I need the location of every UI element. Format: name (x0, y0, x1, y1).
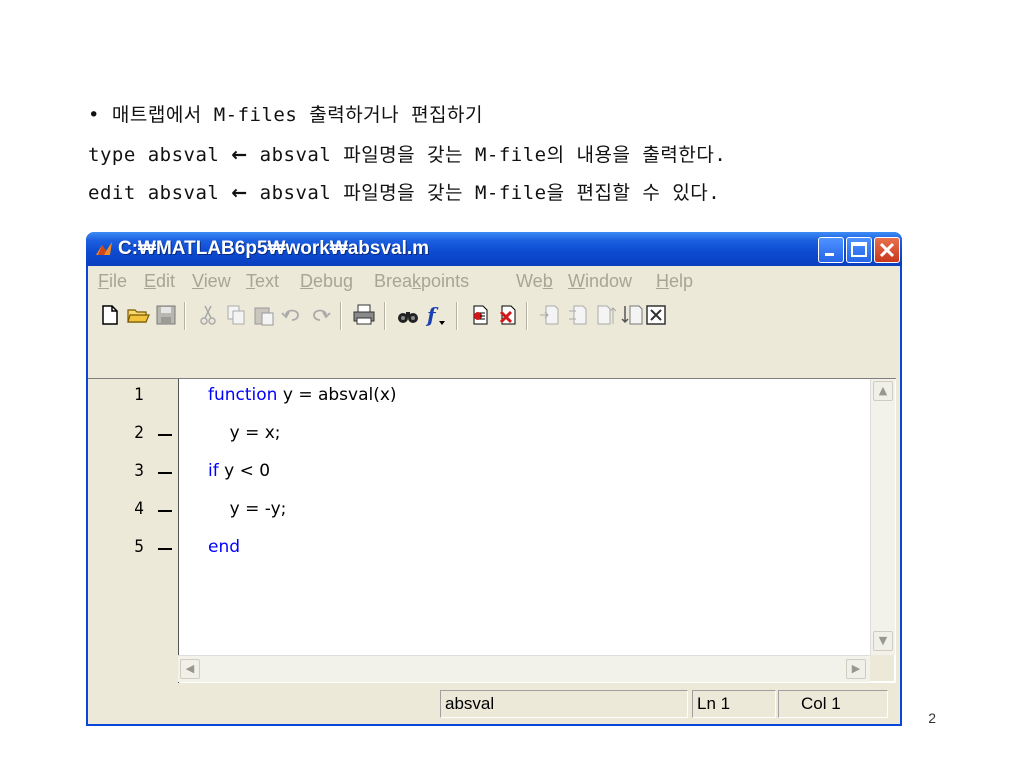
executable-line-marker[interactable] (158, 434, 172, 436)
step-icon[interactable] (538, 303, 562, 327)
code-line[interactable]: y = -y; (208, 499, 287, 519)
copy-icon[interactable] (224, 303, 248, 327)
menu-item[interactable]: View (192, 271, 231, 292)
redo-icon[interactable] (308, 303, 332, 327)
menu-item[interactable]: Help (656, 271, 693, 292)
scroll-down-icon[interactable]: ▼ (873, 631, 893, 651)
code-editor[interactable]: 1 2 3 4 5 function y = absval(x) y = x; if y … (88, 378, 896, 683)
menu-item[interactable]: File (98, 271, 127, 292)
code-keyword: if (208, 461, 219, 481)
maximize-icon (851, 242, 867, 257)
title-bar[interactable]: C:₩MATLAB6p5₩work₩absval.m (86, 232, 902, 266)
step-out-icon[interactable] (594, 303, 618, 327)
svg-text:f: f (425, 303, 439, 327)
executable-line-marker[interactable] (158, 472, 172, 474)
clear-breakpoints-icon[interactable] (496, 303, 520, 327)
open-folder-icon[interactable] (126, 303, 150, 327)
print-icon[interactable] (352, 303, 376, 327)
paste-icon[interactable] (252, 303, 276, 327)
minimize-icon (825, 253, 834, 256)
description-text: absval 파일명을 갖는 M-file의 내용을 출력한다. (247, 144, 727, 166)
slide-line-2: type absval ← absval 파일명을 갖는 M-file의 내용을… (88, 140, 726, 167)
line-number: 5 (134, 537, 144, 557)
left-arrow-icon: ← (231, 144, 248, 166)
continue-icon[interactable] (620, 303, 644, 327)
line-number: 2 (134, 423, 144, 443)
slide-line-1: • 매트랩에서 M-files 출력하거나 편집하기 (88, 104, 483, 126)
status-bar: absval Ln 1 Col 1 (88, 684, 900, 722)
window-title: C:₩MATLAB6p5₩work₩absval.m (118, 238, 430, 259)
code-text: y < 0 (218, 461, 271, 481)
menu-item[interactable]: Text (246, 271, 279, 292)
exit-debug-icon[interactable] (644, 303, 668, 327)
line-number: 3 (134, 461, 144, 481)
toolbar-separator (184, 302, 186, 330)
toolbar-separator (384, 302, 386, 330)
undo-icon[interactable] (280, 303, 304, 327)
description-text: absval 파일명을 갖는 M-file을 편집할 수 있다. (247, 182, 721, 204)
breakpoint-column[interactable] (150, 379, 179, 683)
menu-item[interactable]: Edit (144, 271, 175, 292)
line-number-gutter: 1 2 3 4 5 (88, 379, 151, 683)
executable-line-marker[interactable] (158, 510, 172, 512)
menu-item[interactable]: Web (516, 271, 553, 292)
code-line[interactable]: if y < 0 (208, 461, 270, 481)
matlab-logo-icon (96, 242, 112, 255)
menu-item[interactable]: Breakpoints (374, 271, 469, 292)
set-breakpoint-icon[interactable] (468, 303, 492, 327)
cut-icon[interactable] (196, 303, 220, 327)
code-text: y = -y; (229, 499, 287, 519)
slide-line-3: edit absval ← absval 파일명을 갖는 M-file을 편집할… (88, 178, 720, 205)
status-function-name: absval (440, 690, 688, 718)
left-arrow-icon: ← (231, 182, 248, 204)
scroll-up-icon[interactable]: ▲ (873, 381, 893, 401)
executable-line-marker[interactable] (158, 548, 172, 550)
code-line[interactable]: function y = absval(x) (208, 385, 397, 405)
line-number: 1 (134, 385, 144, 405)
scrollbar-corner (870, 655, 894, 681)
horizontal-scrollbar[interactable]: ◀ ▶ (178, 655, 870, 682)
status-line: Ln 1 (692, 690, 776, 718)
scroll-left-icon[interactable]: ◀ (180, 659, 200, 679)
minimize-button[interactable] (818, 237, 844, 263)
maximize-button[interactable] (846, 237, 872, 263)
close-button[interactable] (874, 237, 900, 263)
scroll-right-icon[interactable]: ▶ (846, 659, 866, 679)
code-line[interactable]: y = x; (208, 423, 281, 443)
page-number: 2 (928, 710, 936, 726)
new-file-icon[interactable] (98, 303, 122, 327)
code-text: y = absval(x) (277, 385, 397, 405)
status-column: Col 1 (778, 690, 888, 718)
command-text: edit absval (88, 182, 232, 204)
menu-item[interactable]: Window (568, 271, 632, 292)
code-text: y = x; (229, 423, 281, 443)
toolbar-separator (526, 302, 528, 330)
close-icon (879, 242, 895, 258)
function-icon[interactable]: f (424, 303, 448, 327)
command-text: type absval (88, 144, 232, 166)
code-line[interactable]: end (208, 537, 240, 557)
code-keyword: function (208, 385, 278, 405)
editor-window: C:₩MATLAB6p5₩work₩absval.m File Edit View T… (86, 232, 902, 726)
toolbar-separator (340, 302, 342, 330)
step-in-icon[interactable] (566, 303, 590, 327)
line-number: 4 (134, 499, 144, 519)
code-keyword: end (208, 537, 241, 557)
menu-item[interactable]: Debug (300, 271, 353, 292)
menu-bar: File Edit View Text Debug Breakpoints Web Windo… (88, 266, 900, 296)
save-icon[interactable] (154, 303, 178, 327)
vertical-scrollbar[interactable]: ▲ ▼ (870, 379, 895, 655)
find-icon[interactable] (396, 303, 420, 327)
toolbar-separator (456, 302, 458, 330)
toolbar: f (88, 296, 900, 334)
